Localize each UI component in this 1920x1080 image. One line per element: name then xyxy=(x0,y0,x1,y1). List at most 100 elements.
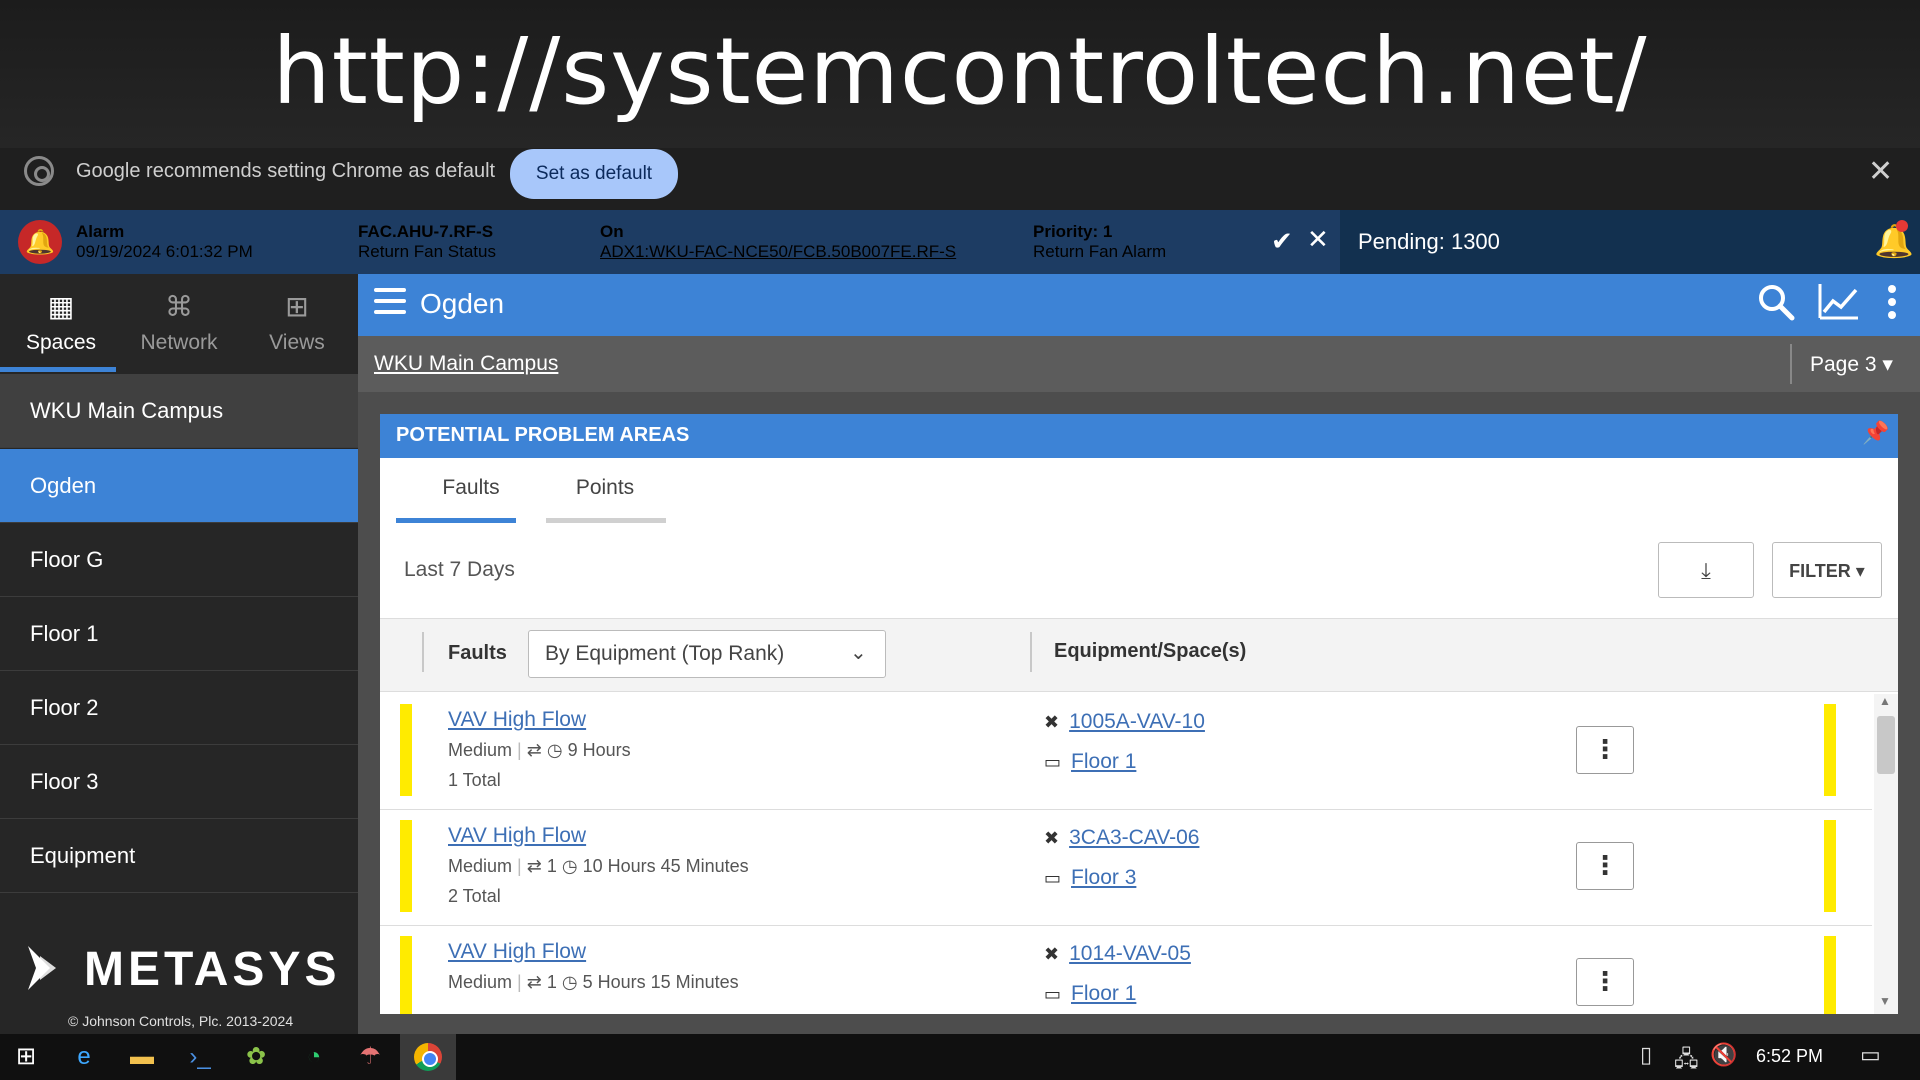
space-link[interactable]: Floor 1 xyxy=(1071,982,1136,1005)
sidebar-item-floor-3[interactable]: Floor 3 xyxy=(0,745,358,819)
fault-duration: 9 Hours xyxy=(567,740,631,760)
speaker-muted-icon[interactable]: 🔇 xyxy=(1710,1042,1737,1068)
hamburger-menu-icon[interactable] xyxy=(374,288,406,316)
set-as-default-button[interactable]: Set as default xyxy=(510,149,678,199)
equipment-link[interactable]: 3CA3-CAV-06 xyxy=(1069,826,1199,849)
alarm-priority-desc: Return Fan Alarm xyxy=(1033,242,1167,261)
search-icon[interactable] xyxy=(1756,282,1796,331)
sidebar-item-equipment[interactable]: Equipment xyxy=(0,819,358,893)
clock-icon: ◷ xyxy=(561,856,583,876)
breadcrumb-link[interactable]: WKU Main Campus xyxy=(374,352,558,376)
clock-icon: ◷ xyxy=(561,972,583,992)
tab-spaces[interactable]: ▦ Spaces xyxy=(2,290,120,355)
alarm-value-ref-link[interactable]: ADX1:WKU-FAC-NCE50/FCB.50B007FE.RF-S xyxy=(600,242,956,262)
alarm-value: On xyxy=(600,222,624,241)
tab-network[interactable]: ⌘ Network xyxy=(120,290,238,355)
acknowledge-check-icon[interactable]: ✔ xyxy=(1271,226,1293,257)
breadcrumb-bar xyxy=(358,336,1920,392)
clock-icon: ◷ xyxy=(546,740,568,760)
copyright: © Johnson Controls, Plc. 2013-2024 xyxy=(68,1013,294,1029)
url-banner-text: http://systemcontroltech.net/ xyxy=(272,18,1648,125)
main-header xyxy=(358,274,1920,336)
fault-total: 2 Total xyxy=(448,886,501,906)
space-entry: ▭ Floor 3 xyxy=(1044,866,1136,890)
fault-count: 1 xyxy=(546,972,557,992)
pin-icon[interactable]: 📌 xyxy=(1862,420,1889,446)
column-header-faults: Faults xyxy=(448,642,507,664)
fault-meta: Medium | ⇄ 1 ◷ 5 Hours 15 Minutes xyxy=(448,972,739,992)
repeat-icon: ⇄ xyxy=(526,972,542,992)
trend-chart-icon[interactable] xyxy=(1818,282,1860,331)
tab-faults[interactable]: Faults xyxy=(426,476,516,500)
infobar-message: Google recommends setting Chrome as defa… xyxy=(76,160,496,182)
equipment-link[interactable]: 1014-VAV-05 xyxy=(1069,942,1191,965)
alarm-point-col: FAC.AHU-7.RF-S Return Fan Status xyxy=(358,222,496,262)
header-divider xyxy=(422,632,424,672)
alarm-timestamp: 09/19/2024 6:01:32 PM xyxy=(76,242,253,261)
powershell-icon[interactable]: ›_ xyxy=(180,1040,220,1074)
tab-network-label: Network xyxy=(140,331,218,354)
space-icon: ▭ xyxy=(1044,868,1062,888)
severity-bar-right xyxy=(1824,704,1836,796)
internet-explorer-icon[interactable]: e xyxy=(64,1040,104,1074)
fault-meta: Medium | ⇄ 1 ◷ 10 Hours 45 Minutes xyxy=(448,856,749,876)
metasys-logo: METASYS xyxy=(84,943,341,996)
page-title: Ogden xyxy=(420,288,505,319)
network-icon[interactable]: 🖧 xyxy=(1674,1042,1699,1080)
tab-views[interactable]: ⊞ Views xyxy=(238,290,356,355)
download-button[interactable]: ⤓ xyxy=(1658,542,1754,598)
sidebar-item-floor-g[interactable]: Floor G xyxy=(0,523,358,597)
taskbar xyxy=(0,1034,1920,1080)
alarm-priority: Priority: 1 xyxy=(1033,222,1113,241)
fault-name-link[interactable]: VAV High Flow xyxy=(448,824,586,848)
repeat-icon: ⇄ xyxy=(526,856,542,876)
fault-name-link[interactable]: VAV High Flow xyxy=(448,940,586,964)
sidebar-item-floor-2[interactable]: Floor 2 xyxy=(0,671,358,745)
tab-spaces-label: Spaces xyxy=(25,331,97,354)
column-header-equipment: Equipment/Space(s) xyxy=(1054,640,1247,662)
file-explorer-icon[interactable]: ▬ xyxy=(122,1040,162,1074)
space-link[interactable]: Floor 3 xyxy=(1071,866,1136,889)
app-icon[interactable]: ◔ xyxy=(294,1040,334,1074)
sidebar-item-ogden[interactable]: Ogden xyxy=(0,449,358,523)
more-vertical-icon[interactable] xyxy=(1884,282,1900,331)
header-divider xyxy=(1030,632,1032,672)
chevron-down-icon: ⌄ xyxy=(850,642,867,664)
page-selector[interactable]: Page 3 ▾ xyxy=(1810,352,1893,377)
app-icon[interactable]: ☂ xyxy=(350,1040,390,1074)
fault-meta: Medium | ⇄ ◷ 9 Hours xyxy=(448,740,631,760)
space-icon: ▭ xyxy=(1044,752,1062,772)
alarm-bell-icon: 🔔 xyxy=(18,220,62,264)
equipment-entry: ✖ 1014-VAV-05 xyxy=(1044,942,1191,966)
close-icon[interactable]: ✕ xyxy=(1868,154,1893,189)
row-actions-button[interactable]: ⋮ xyxy=(1576,958,1634,1006)
severity-bar-right xyxy=(1824,936,1836,1014)
sidebar-item-wku-main-campus[interactable]: WKU Main Campus xyxy=(0,374,358,448)
space-entry: ▭ Floor 1 xyxy=(1044,750,1136,774)
fault-total: 1 Total xyxy=(448,770,501,790)
windows-start-icon[interactable]: ⊞ xyxy=(6,1040,46,1074)
fault-name-link[interactable]: VAV High Flow xyxy=(448,708,586,732)
discard-x-icon[interactable]: ✕ xyxy=(1307,224,1329,255)
filter-button[interactable]: FILTER ▾ xyxy=(1772,542,1882,598)
equipment-entry: ✖ 3CA3-CAV-06 xyxy=(1044,826,1199,850)
equipment-link[interactable]: 1005A-VAV-10 xyxy=(1069,710,1205,733)
usb-icon[interactable]: ▯ xyxy=(1640,1042,1652,1068)
scroll-up-arrow-icon[interactable]: ▲ xyxy=(1879,694,1891,708)
scroll-down-arrow-icon[interactable]: ▼ xyxy=(1879,994,1891,1008)
app-icon[interactable]: ✿ xyxy=(236,1040,276,1074)
notification-bell-icon[interactable]: 🔔 xyxy=(1874,222,1914,260)
scrollbar-thumb[interactable] xyxy=(1877,716,1895,774)
row-actions-button[interactable]: ⋮ xyxy=(1576,726,1634,774)
space-link[interactable]: Floor 1 xyxy=(1071,750,1136,773)
sidebar-item-floor-1[interactable]: Floor 1 xyxy=(0,597,358,671)
tab-points[interactable]: Points xyxy=(560,476,650,500)
fault-duration: 10 Hours 45 Minutes xyxy=(582,856,749,876)
fault-count: 1 xyxy=(546,856,557,876)
tab-views-label: Views xyxy=(269,331,325,354)
action-center-icon[interactable]: ▭ xyxy=(1860,1042,1881,1068)
row-actions-button[interactable]: ⋮ xyxy=(1576,842,1634,890)
equipment-icon: ✖ xyxy=(1044,944,1060,964)
equipment-icon: ✖ xyxy=(1044,828,1060,848)
grouping-select[interactable]: By Equipment (Top Rank) xyxy=(528,630,886,678)
